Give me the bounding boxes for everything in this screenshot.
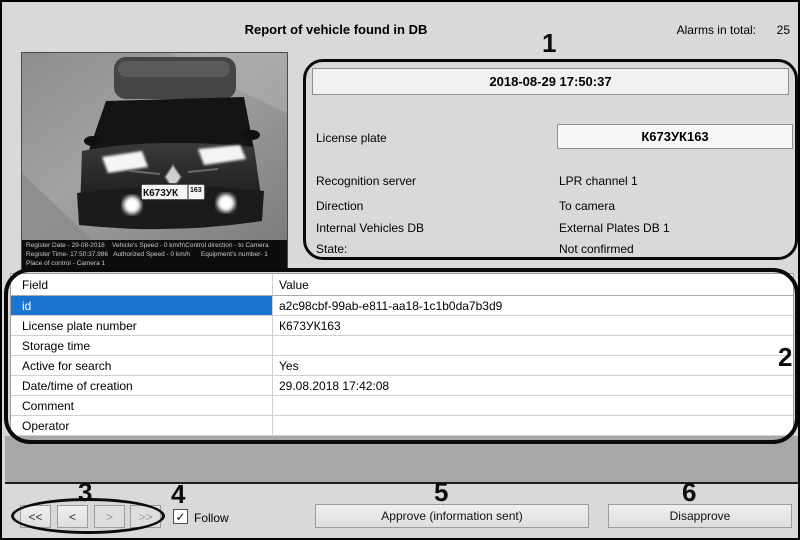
direction-value: To camera: [559, 199, 615, 213]
nav-next-button[interactable]: >: [94, 505, 125, 528]
table-empty-area: [5, 436, 799, 484]
telemetry-line-1: Register Date - 29-08-2018 Vehicle's Spe…: [26, 241, 269, 250]
field-cell[interactable]: License plate number: [11, 316, 273, 335]
recognition-server-value: LPR channel 1: [559, 174, 638, 188]
callout-number-5: 5: [434, 479, 448, 505]
nav-last-button[interactable]: >>: [130, 505, 161, 528]
value-cell[interactable]: Yes: [273, 356, 793, 375]
callout-number-2: 2: [778, 344, 792, 370]
field-cell[interactable]: id: [11, 296, 273, 315]
check-icon: ✓: [175, 510, 185, 524]
table-row[interactable]: Storage time: [11, 336, 793, 356]
value-cell[interactable]: a2c98cbf-99ab-e811-aa18-1c1b0da7b3d9: [273, 296, 793, 315]
event-info-panel: 2018-08-29 17:50:37 License plate К673УК…: [306, 62, 795, 257]
telemetry-line-3: Place of control - Camera 1: [26, 259, 105, 268]
callout-number-6: 6: [682, 479, 696, 505]
state-value: Not confirmed: [559, 242, 634, 256]
internal-db-value: External Plates DB 1: [559, 221, 670, 235]
column-header-field[interactable]: Field: [11, 274, 273, 295]
value-cell[interactable]: [273, 336, 793, 355]
callout-number-3: 3: [78, 479, 92, 505]
direction-label: Direction: [316, 199, 363, 213]
alarms-total-count: 25: [760, 23, 790, 37]
license-plate-value-box: К673УК163: [557, 124, 793, 149]
fog-light-left: [123, 196, 141, 214]
approve-button[interactable]: Approve (information sent): [315, 504, 589, 528]
vehicle-photo: К673УК 163 Register Date - 29-08-2018 Ve…: [21, 52, 288, 271]
value-cell[interactable]: [273, 396, 793, 415]
follow-checkbox-label: Follow: [194, 511, 229, 525]
internal-db-label: Internal Vehicles DB: [316, 221, 424, 235]
table-row[interactable]: Comment: [11, 396, 793, 416]
table-row[interactable]: Date/time of creation 29.08.2018 17:42:0…: [11, 376, 793, 396]
follow-checkbox[interactable]: ✓: [173, 509, 188, 524]
nav-first-button[interactable]: <<: [20, 505, 51, 528]
field-cell[interactable]: Operator: [11, 416, 273, 435]
license-plate-overlay: К673УК 163: [141, 184, 205, 200]
value-cell[interactable]: К673УК163: [273, 316, 793, 335]
value-cell[interactable]: 29.08.2018 17:42:08: [273, 376, 793, 395]
event-timestamp-box: 2018-08-29 17:50:37: [312, 68, 789, 95]
callout-number-4: 4: [171, 481, 185, 507]
field-cell[interactable]: Active for search: [11, 356, 273, 375]
plate-region-text: 163: [190, 187, 202, 194]
table-header-row: Field Value: [11, 274, 793, 296]
license-plate-label: License plate: [316, 131, 387, 145]
page-title: Report of vehicle found in DB: [2, 22, 670, 37]
column-header-value[interactable]: Value: [273, 274, 793, 295]
plate-number-text: К673УК: [143, 188, 179, 199]
field-cell[interactable]: Storage time: [11, 336, 273, 355]
table-row[interactable]: Operator: [11, 416, 793, 436]
recognition-server-label: Recognition server: [316, 174, 416, 188]
table-row[interactable]: id a2c98cbf-99ab-e811-aa18-1c1b0da7b3d9: [11, 296, 793, 316]
fog-light-right: [217, 194, 235, 212]
photo-telemetry-overlay: Register Date - 29-08-2018 Vehicle's Spe…: [22, 240, 287, 271]
field-cell[interactable]: Comment: [11, 396, 273, 415]
table-row[interactable]: Active for search Yes: [11, 356, 793, 376]
nav-previous-button[interactable]: <: [57, 505, 88, 528]
vehicle-photo-image: К673УК 163: [22, 53, 287, 240]
table-row[interactable]: License plate number К673УК163: [11, 316, 793, 336]
attributes-table: Field Value id a2c98cbf-99ab-e811-aa18-1…: [10, 273, 794, 436]
callout-number-1: 1: [542, 30, 556, 56]
disapprove-button[interactable]: Disapprove: [608, 504, 792, 528]
report-window: Report of vehicle found in DB Alarms in …: [0, 0, 800, 540]
alarms-total-label: Alarms in total:: [650, 23, 756, 37]
value-cell[interactable]: [273, 416, 793, 435]
state-label: State:: [316, 242, 347, 256]
field-cell[interactable]: Date/time of creation: [11, 376, 273, 395]
telemetry-line-2: Register Time- 17:50:37.986 Authorized S…: [26, 250, 268, 259]
